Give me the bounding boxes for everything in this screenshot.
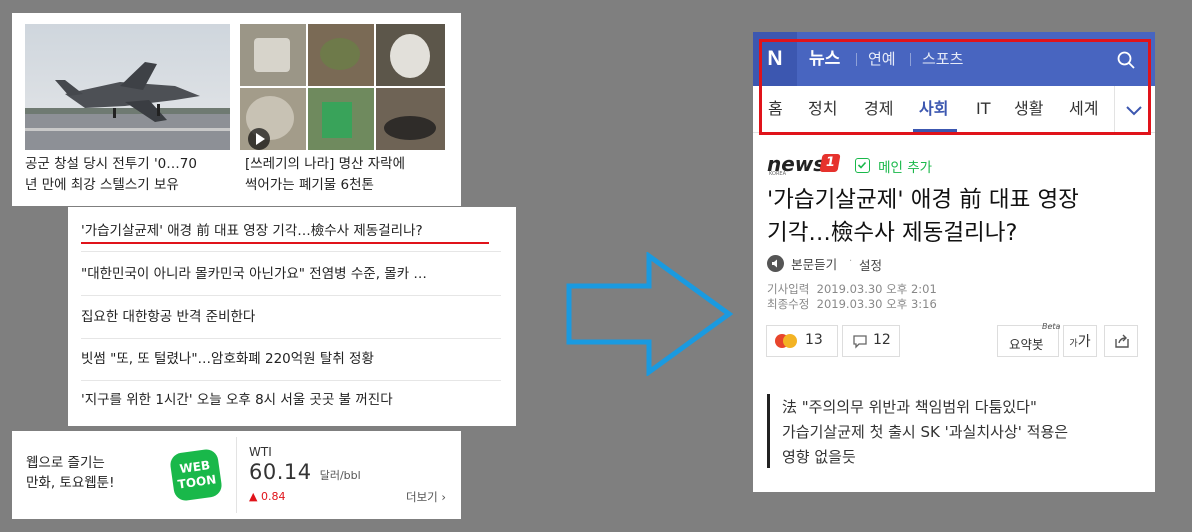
comment-button[interactable]: 12 <box>842 325 900 357</box>
mobile-news-article: N 뉴스 연예 스포츠 홈 정치 경제 사회 IT 생활 세계 news 1 K… <box>753 32 1155 492</box>
reaction-count: 13 <box>805 332 823 348</box>
subheading-line: 法 "주의의무 위반과 책임범위 다툼있다" <box>782 398 1037 416</box>
webtoon-wti-panel: 웹으로 즐기는 만화, 토요웹툰! WEB TOON WTI 60.14 달러/… <box>12 431 461 519</box>
article-subheading: 法 "주의의무 위반과 책임범위 다툼있다" 가습기살균제 첫 출시 SK '과… <box>782 395 1068 470</box>
headline-item[interactable]: '가습기살균제' 애경 前 대표 영장 기각…檢수사 제동걸리나? <box>81 210 501 246</box>
summary-bot-label: 요약봇 <box>1009 337 1044 352</box>
panel-divider <box>236 437 237 513</box>
check-icon <box>855 158 870 173</box>
webtoon-promo-text[interactable]: 웹으로 즐기는 <box>26 453 115 473</box>
article-title: '가습기살균제' 애경 前 대표 영장 기각…檢수사 제동걸리나? <box>767 184 1079 250</box>
headline-list-panel: '가습기살균제' 애경 前 대표 영장 기각…檢수사 제동걸리나? "대한민국이… <box>68 207 516 426</box>
waste-collage-photo[interactable] <box>240 24 445 150</box>
press-logo-number: 1 <box>819 154 841 172</box>
wti-unit: 달러/bbl <box>319 469 361 482</box>
summary-bot-button[interactable]: 요약봇 Beta <box>997 322 1061 357</box>
settings-link[interactable]: 설정 <box>859 255 882 274</box>
headline-item[interactable]: 빗썸 "또, 또 털렸나"…암호화폐 220억원 탈취 정황 <box>81 338 501 381</box>
headline-divider <box>81 251 501 252</box>
subheading-line: 가습기살균제 첫 출시 SK '과실치사상' 적용은 <box>782 423 1069 441</box>
sad-emoji-icon <box>783 334 797 348</box>
date-edit-label: 최종수정 <box>767 297 810 311</box>
speaker-icon <box>767 255 784 272</box>
dot-separator: · <box>849 256 853 267</box>
add-main-label: 메인 추가 <box>878 159 933 176</box>
press-logo[interactable]: news 1 KOREA <box>767 152 847 177</box>
date-edit-value: 2019.03.30 오후 3:16 <box>816 297 937 311</box>
red-underline <box>81 242 489 244</box>
press-logo-subtext: KOREA <box>769 171 786 177</box>
card-caption-line[interactable]: 공군 창설 당시 전투기 '0…70 <box>25 154 230 175</box>
date-input-label: 기사입력 <box>767 282 810 296</box>
card-caption-line[interactable]: [쓰레기의 나라] 명산 자락에 <box>245 154 450 175</box>
quote-bar <box>767 394 770 468</box>
more-link[interactable]: 더보기 › <box>406 489 446 505</box>
wti-value: 60.14 <box>249 460 312 484</box>
reaction-button[interactable]: 13 <box>766 325 838 357</box>
font-size-large: 가 <box>1077 334 1091 350</box>
subheading-line: 영향 없을듯 <box>782 448 856 466</box>
headline-item[interactable]: 집요한 대한항공 반격 준비한다 <box>81 296 501 339</box>
card-caption-line[interactable]: 년 만에 최강 스텔스기 보유 <box>25 175 230 196</box>
right-arrow-icon <box>565 251 737 380</box>
wti-label: WTI <box>249 445 272 459</box>
share-icon <box>1115 334 1129 348</box>
webtoon-logo-icon[interactable]: WEB TOON <box>168 447 224 503</box>
comment-icon <box>853 335 867 349</box>
font-size-button[interactable]: 가가 <box>1063 325 1097 357</box>
listen-label: 본문듣기 <box>791 257 838 272</box>
photo-news-panel: 공군 창설 당시 전투기 '0…70 년 만에 최강 스텔스기 보유 [쓰레기의… <box>12 13 461 206</box>
share-button[interactable] <box>1104 325 1138 357</box>
wti-change: ▲ 0.84 <box>249 490 286 503</box>
article-title-line: '가습기살균제' 애경 前 대표 영장 <box>767 187 1079 213</box>
beta-badge: Beta <box>1042 322 1061 331</box>
card-caption-line[interactable]: 썩어가는 폐기물 6천톤 <box>245 175 450 196</box>
headline-item[interactable]: "대한민국이 아니라 몰카민국 아닌가요" 전염병 수준, 몰카 … <box>81 253 501 296</box>
font-size-small: 가 <box>1069 339 1078 349</box>
listen-button[interactable]: 본문듣기 <box>767 253 837 273</box>
highlight-box <box>759 39 1151 135</box>
headline-item[interactable]: '지구를 위한 1시간' 오늘 오후 8시 서울 곳곳 불 꺼진다 <box>81 379 501 421</box>
comment-count: 12 <box>873 332 891 348</box>
add-main-button[interactable]: 메인 추가 <box>855 155 933 176</box>
date-input-value: 2019.03.30 오후 2:01 <box>816 282 937 296</box>
fighter-jet-photo[interactable] <box>25 24 230 150</box>
webtoon-promo-text[interactable]: 만화, 토요웹툰! <box>26 473 115 493</box>
article-title-line: 기각…檢수사 제동걸리나? <box>767 220 1018 246</box>
play-icon[interactable] <box>248 128 270 150</box>
